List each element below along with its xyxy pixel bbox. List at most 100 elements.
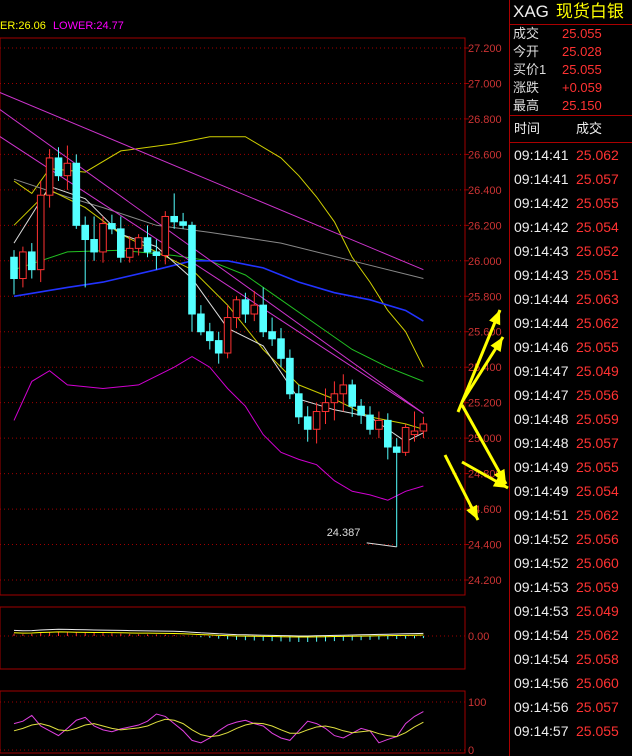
- tick-row: 09:14:42 25.055: [510, 191, 632, 215]
- tick-row: 09:14:54 25.058: [510, 647, 632, 671]
- candle-body: [286, 357, 294, 395]
- tick-time: 09:14:52: [514, 555, 569, 571]
- tick-time: 09:14:56: [514, 699, 569, 715]
- y-tick-label: 27.000: [468, 78, 502, 90]
- tick-price: 25.055: [576, 195, 619, 211]
- quote-label: 今开: [513, 44, 540, 59]
- macd-panel-frame: [0, 606, 466, 670]
- tick-row: 09:14:53 25.049: [510, 599, 632, 623]
- tick-time: 09:14:46: [514, 339, 569, 355]
- tick-time: 09:14:51: [514, 507, 569, 523]
- quote-label: 成交: [513, 26, 540, 41]
- kdj-k-line: [13, 711, 424, 744]
- candle-body: [419, 423, 428, 432]
- kdj-panel-frame: [0, 690, 466, 754]
- candle-body: [303, 416, 312, 430]
- ticks-list[interactable]: 09:14:41 25.062 09:14:41 25.057 09:14:42 25.0…: [510, 143, 632, 743]
- tick-time: 09:14:54: [514, 627, 569, 643]
- candle-body: [312, 411, 321, 430]
- candle-body: [330, 393, 339, 404]
- tick-time: 09:14:54: [514, 651, 569, 667]
- tick-price: 25.056: [576, 531, 619, 547]
- tick-price: 25.058: [576, 651, 619, 667]
- tick-price: 25.051: [576, 267, 619, 283]
- tick-time: 09:14:48: [514, 435, 569, 451]
- candle-body: [152, 251, 161, 256]
- candle-body: [10, 256, 18, 280]
- tick-row: 09:14:51 25.062: [510, 503, 632, 527]
- y-tick-label: 24.200: [468, 575, 502, 587]
- candle-body: [81, 224, 90, 241]
- tick-row: 09:14:52 25.056: [510, 527, 632, 551]
- tick-price: 25.062: [576, 627, 619, 643]
- tick-price: 25.062: [576, 147, 619, 163]
- tick-row: 09:14:48 25.059: [510, 407, 632, 431]
- tick-row: 09:14:54 25.062: [510, 623, 632, 647]
- kdj-d-line: [13, 718, 424, 738]
- y-tick-label: 26.000: [468, 256, 502, 268]
- quote-row: 成交 25.055: [510, 25, 632, 43]
- candle-body: [206, 331, 214, 342]
- tick-time: 09:14:52: [514, 531, 569, 547]
- candle-body: [241, 299, 250, 315]
- candle-body: [339, 384, 348, 395]
- candle-body: [250, 304, 259, 315]
- candle-body: [214, 340, 223, 354]
- candle-body: [321, 402, 330, 413]
- candle-body: [232, 299, 241, 319]
- tick-price: 25.052: [576, 243, 619, 259]
- candle-body: [90, 239, 98, 253]
- candle-body: [72, 162, 81, 226]
- line-boll_lower: [13, 356, 424, 501]
- candle-body: [143, 237, 152, 253]
- tick-price: 25.059: [576, 579, 619, 595]
- tick-price: 25.060: [576, 555, 619, 571]
- candle-body: [295, 393, 303, 418]
- tick-time: 09:14:53: [514, 603, 569, 619]
- quote-label: 涨跌: [513, 80, 540, 95]
- y-tick-label: 26.200: [468, 220, 502, 232]
- tick-price: 25.057: [576, 435, 619, 451]
- candle-body: [401, 426, 410, 453]
- tick-row: 09:14:42 25.054: [510, 215, 632, 239]
- tick-price: 25.059: [576, 411, 619, 427]
- tick-time: 09:14:44: [514, 291, 569, 307]
- tick-row: 09:14:53 25.059: [510, 575, 632, 599]
- tick-row: 09:14:49 25.055: [510, 455, 632, 479]
- quote-value: +0.059: [562, 80, 603, 95]
- tick-row: 09:14:49 25.054: [510, 479, 632, 503]
- candle-body: [125, 247, 134, 258]
- candle-body: [99, 223, 107, 253]
- tick-time: 09:14:47: [514, 387, 569, 403]
- tick-time: 09:14:41: [514, 147, 569, 163]
- candle-body: [19, 251, 27, 280]
- tick-row: 09:14:41 25.062: [510, 143, 632, 167]
- sub-indicators: 0.00 100 0: [0, 628, 489, 756]
- tick-price: 25.055: [576, 459, 619, 475]
- quote-row: 涨跌 +0.059: [510, 79, 632, 97]
- candle-body: [223, 317, 232, 354]
- ticks-header-price: 成交: [576, 121, 603, 136]
- tick-row: 09:14:43 25.051: [510, 263, 632, 287]
- quote-header: XAG 现货白银: [510, 0, 632, 25]
- tick-row: 09:14:47 25.056: [510, 383, 632, 407]
- tick-time: 09:14:42: [514, 195, 569, 211]
- y-tick-label: 24.400: [468, 540, 502, 552]
- quote-value: 25.055: [562, 62, 602, 77]
- tick-row: 09:14:47 25.049: [510, 359, 632, 383]
- candle-body: [410, 430, 419, 436]
- ticks-header-time: 时间: [514, 121, 541, 136]
- candle-body: [28, 251, 36, 271]
- candle-body: [179, 221, 187, 226]
- candle-body: [108, 223, 116, 230]
- candle-body: [357, 405, 365, 416]
- candle-body: [366, 414, 374, 430]
- candle-body: [348, 384, 356, 407]
- candle-body: [259, 304, 267, 333]
- tick-time: 09:14:49: [514, 459, 569, 475]
- tick-row: 09:14:41 25.057: [510, 167, 632, 191]
- candle-body: [45, 157, 54, 196]
- y-tick-label: 25.600: [468, 327, 502, 339]
- kdj-tick-label: 0: [468, 745, 474, 756]
- candle-body: [375, 419, 383, 430]
